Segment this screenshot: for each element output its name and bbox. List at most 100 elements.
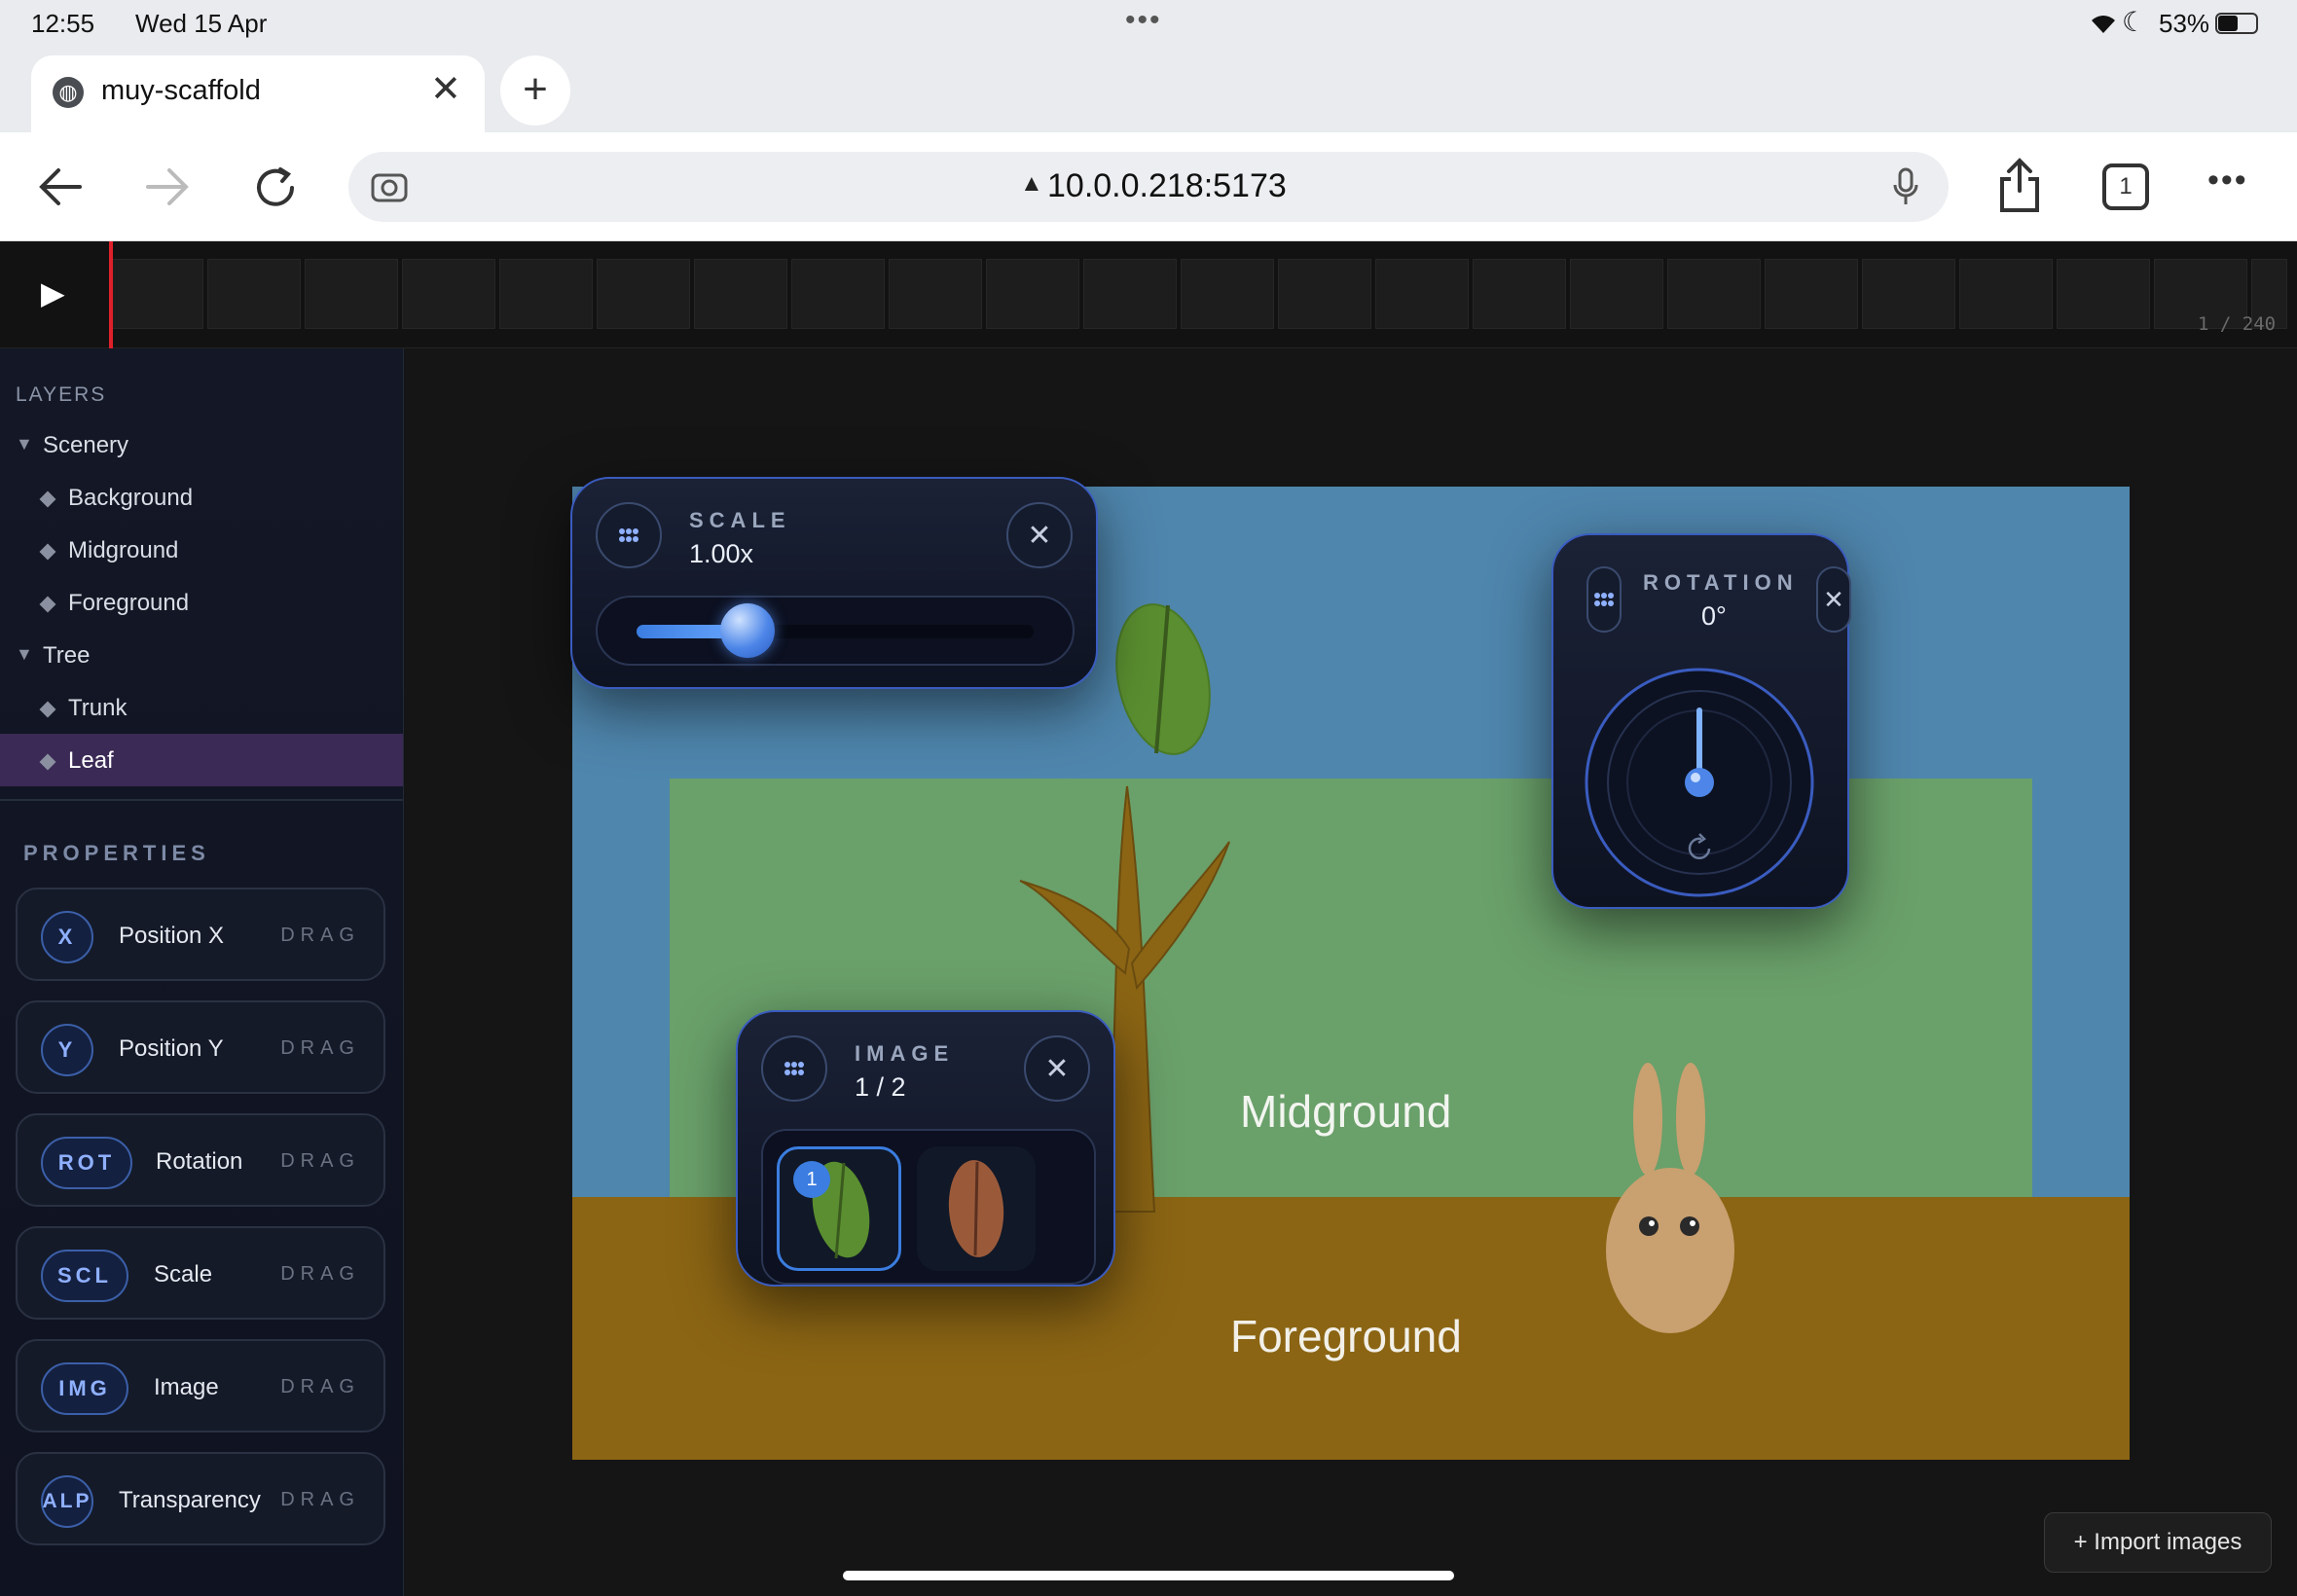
timeline[interactable]: ▶ 1 / 240 bbox=[0, 241, 2297, 348]
collapse-triangle-icon[interactable]: ▼ bbox=[16, 434, 33, 454]
timeline-frame[interactable] bbox=[694, 259, 787, 329]
timeline-frame[interactable] bbox=[1473, 259, 1566, 329]
rotation-dial[interactable] bbox=[1585, 668, 1814, 897]
image-index: 1 / 2 bbox=[855, 1072, 906, 1102]
scale-panel[interactable]: SCALE 1.00x ✕ bbox=[570, 477, 1098, 689]
foreground-label: Foreground bbox=[1230, 1311, 1462, 1361]
property-position-x[interactable]: X Position X DRAG bbox=[16, 888, 385, 981]
status-bar: 12:55 Wed 15 Apr ••• ☾ 53% bbox=[0, 0, 2297, 49]
timeline-frame[interactable] bbox=[2057, 259, 2150, 329]
close-tab-icon[interactable]: ✕ bbox=[430, 67, 461, 111]
insecure-warning-icon: ▲ bbox=[1020, 170, 1043, 197]
timeline-frame[interactable] bbox=[1181, 259, 1274, 329]
playhead[interactable] bbox=[109, 241, 113, 348]
home-indicator[interactable] bbox=[843, 1571, 1454, 1580]
timeline-frame[interactable] bbox=[597, 259, 690, 329]
layer-group-scenery[interactable]: ▼ Scenery bbox=[0, 418, 403, 471]
reload-icon[interactable] bbox=[251, 163, 300, 212]
camera-scan-icon[interactable] bbox=[370, 169, 409, 204]
layer-foreground[interactable]: Foreground bbox=[0, 576, 403, 629]
drag-hint[interactable]: DRAG bbox=[280, 925, 360, 947]
drag-handle-grip-icon[interactable] bbox=[761, 1035, 827, 1102]
timeline-frame[interactable] bbox=[1570, 259, 1663, 329]
close-icon[interactable]: ✕ bbox=[1024, 1035, 1090, 1102]
timeline-frame[interactable] bbox=[499, 259, 593, 329]
frame-counter: 1 / 240 bbox=[2198, 313, 2277, 335]
tab-count-button[interactable]: 1 bbox=[2102, 163, 2149, 210]
property-label: Scale bbox=[154, 1261, 213, 1288]
timeline-frame[interactable] bbox=[110, 259, 203, 329]
drag-handle-grip-icon[interactable] bbox=[596, 502, 662, 568]
collapse-triangle-icon[interactable]: ▼ bbox=[16, 644, 33, 665]
drag-hint[interactable]: DRAG bbox=[280, 1263, 360, 1286]
rotation-value: 0° bbox=[1701, 601, 1727, 631]
drag-hint[interactable]: DRAG bbox=[280, 1489, 360, 1511]
brown-leaf-thumbnail bbox=[948, 1160, 1004, 1257]
timeline-frame[interactable] bbox=[1083, 259, 1177, 329]
close-icon[interactable]: ✕ bbox=[1006, 502, 1073, 568]
timeline-frame[interactable] bbox=[986, 259, 1079, 329]
timeline-frame[interactable] bbox=[1862, 259, 1955, 329]
property-scale[interactable]: SCL Scale DRAG bbox=[16, 1226, 385, 1320]
layer-label: Midground bbox=[68, 537, 179, 563]
image-panel[interactable]: IMAGE 1 / 2 ✕ 1 bbox=[736, 1010, 1115, 1287]
microphone-icon[interactable] bbox=[1892, 167, 1919, 206]
layer-trunk[interactable]: Trunk bbox=[0, 681, 403, 734]
layer-background[interactable]: Background bbox=[0, 471, 403, 524]
layer-leaf-selected[interactable]: Leaf bbox=[0, 734, 403, 786]
close-icon[interactable]: ✕ bbox=[1816, 566, 1851, 633]
drag-hint[interactable]: DRAG bbox=[280, 1037, 360, 1060]
property-transparency[interactable]: ALP Transparency DRAG bbox=[16, 1452, 385, 1545]
layer-group-tree[interactable]: ▼ Tree bbox=[0, 629, 403, 681]
share-icon[interactable] bbox=[1997, 158, 2042, 214]
timeline-frame[interactable] bbox=[402, 259, 495, 329]
leaf-sprite[interactable] bbox=[1110, 601, 1217, 757]
timeline-frame[interactable] bbox=[1959, 259, 2053, 329]
globe-icon: ◍ bbox=[53, 77, 84, 108]
back-arrow-icon[interactable] bbox=[37, 165, 84, 208]
multitask-dots-icon[interactable]: ••• bbox=[1125, 4, 1162, 37]
play-icon[interactable]: ▶ bbox=[41, 274, 65, 311]
property-badge: ROT bbox=[41, 1137, 132, 1189]
slider-thumb[interactable] bbox=[720, 603, 776, 658]
property-rotation[interactable]: ROT Rotation DRAG bbox=[16, 1113, 385, 1207]
diamond-icon bbox=[39, 753, 56, 771]
layers-heading: LAYERS bbox=[16, 383, 107, 406]
battery-icon bbox=[2215, 13, 2258, 34]
status-date: Wed 15 Apr bbox=[135, 9, 268, 38]
more-menu-icon[interactable]: ••• bbox=[2207, 162, 2248, 200]
forward-arrow-icon[interactable] bbox=[144, 165, 191, 208]
diamond-icon bbox=[39, 490, 56, 508]
diamond-icon bbox=[39, 701, 56, 718]
rotation-panel[interactable]: ROTATION 0° ✕ bbox=[1551, 533, 1851, 909]
timeline-frame[interactable] bbox=[1278, 259, 1371, 329]
timeline-frame[interactable] bbox=[1375, 259, 1469, 329]
property-image[interactable]: IMG Image DRAG bbox=[16, 1339, 385, 1433]
new-tab-button[interactable]: + bbox=[500, 55, 570, 126]
scale-slider[interactable] bbox=[596, 596, 1075, 666]
timeline-frame[interactable] bbox=[207, 259, 301, 329]
drag-hint[interactable]: DRAG bbox=[280, 1376, 360, 1398]
timeline-frame[interactable] bbox=[791, 259, 885, 329]
drag-hint[interactable]: DRAG bbox=[280, 1150, 360, 1173]
property-position-y[interactable]: Y Position Y DRAG bbox=[16, 1000, 385, 1094]
bunny-sprite[interactable] bbox=[1594, 1061, 1750, 1343]
address-bar[interactable]: ▲ 10.0.0.218:5173 bbox=[348, 152, 1949, 222]
layer-midground[interactable]: Midground bbox=[0, 524, 403, 576]
property-badge: IMG bbox=[41, 1362, 128, 1415]
timeline-frame[interactable] bbox=[1765, 259, 1858, 329]
timeline-frame[interactable] bbox=[889, 259, 982, 329]
image-panel-title: IMAGE bbox=[855, 1041, 955, 1066]
import-images-button[interactable]: + Import images bbox=[2044, 1512, 2272, 1573]
timeline-frame[interactable] bbox=[1667, 259, 1761, 329]
layer-label: Foreground bbox=[68, 590, 190, 616]
property-badge: ALP bbox=[41, 1475, 93, 1528]
image-thumbnail-2[interactable] bbox=[917, 1146, 1036, 1271]
drag-handle-grip-icon[interactable] bbox=[1586, 566, 1622, 633]
layer-label: Trunk bbox=[68, 695, 128, 721]
url-text[interactable]: 10.0.0.218:5173 bbox=[1047, 167, 1287, 205]
timeline-frame[interactable] bbox=[305, 259, 398, 329]
image-thumbnail-1[interactable]: 1 bbox=[777, 1146, 901, 1271]
browser-tab[interactable]: ◍ muy-scaffold ✕ bbox=[31, 55, 485, 133]
image-picker: 1 bbox=[761, 1129, 1096, 1285]
